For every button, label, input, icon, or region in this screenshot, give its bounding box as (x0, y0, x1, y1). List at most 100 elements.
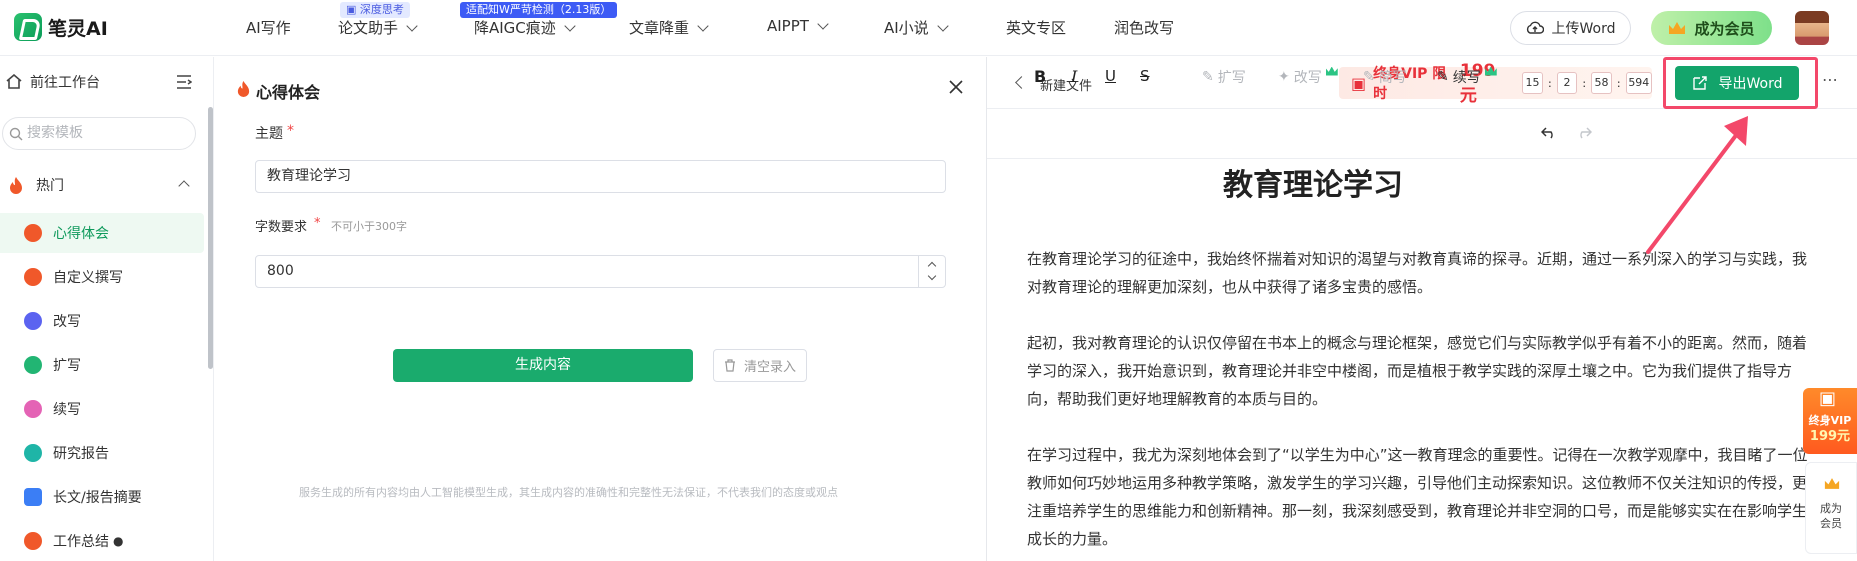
deep-think-label: 深度思考 (359, 3, 404, 16)
trash-icon (724, 359, 735, 372)
wordcount-value: 800 (267, 263, 294, 279)
sidebar-item-label: 工作总结 (53, 534, 109, 550)
nav-rewrite-dedup[interactable]: 文章降重 (629, 17, 709, 38)
deep-think-badge: ▣ 深度思考 (340, 2, 410, 18)
rewrite-icon (24, 312, 42, 330)
sidebar-item-label: 自定义撰写 (53, 270, 123, 286)
timer-sep: : (1582, 76, 1587, 90)
paragraph[interactable]: 起初，我对教育理论的认识仅停留在书本上的概念与理论框架，感觉它们与实际教学似乎有… (1027, 329, 1817, 413)
sidebar-item-work-summary[interactable]: 工作总结 ● (0, 521, 204, 561)
nav-paper-assistant-label: 论文助手 (338, 19, 399, 37)
required-mark: * (314, 216, 321, 231)
wordcount-label: 字数要求 (255, 220, 308, 235)
nav-reduce-aigc[interactable]: 降AIGC痕迹 (474, 17, 576, 38)
tool-continue-label: 续写 (1452, 70, 1481, 86)
timer-ms: 594 (1625, 72, 1653, 94)
floating-member-button[interactable]: 成为会员 (1805, 462, 1857, 554)
summary-icon (24, 488, 42, 506)
home-icon (6, 74, 22, 89)
upload-word-button[interactable]: 上传Word (1510, 11, 1631, 45)
floating-vip-promo[interactable]: ▣ 终身VIP 199元 (1803, 388, 1857, 454)
continue-tool-icon: ✎ (1437, 69, 1449, 85)
generate-button[interactable]: 生成内容 (393, 349, 693, 382)
sidebar-item-continue[interactable]: 续写 (0, 389, 204, 429)
sidebar-item-rewrite[interactable]: 改写 (0, 301, 204, 341)
timer-minutes: 2 (1556, 72, 1578, 94)
paragraph[interactable]: 在学习过程中，我尤为深刻地体会到了“以学生为中心”这一教育理念的重要性。记得在一… (1027, 441, 1817, 553)
disclaimer-text: 服务生成的所有内容均由人工智能模型生成，其生成内容的准确性和完整性无法保证，不代… (299, 486, 838, 499)
undo-icon[interactable] (1541, 127, 1557, 139)
redo-icon[interactable] (1576, 127, 1592, 139)
sidebar-group-label: 热门 (36, 178, 64, 194)
avatar[interactable] (1795, 11, 1829, 45)
nav-aippt-label: AIPPT (767, 17, 809, 35)
sidebar-item-label: 续写 (53, 402, 81, 418)
underline-button[interactable]: U (1105, 67, 1116, 85)
expand-icon (24, 356, 42, 374)
workspace-link[interactable]: 前往工作台 (0, 57, 214, 107)
nav-ai-novel[interactable]: AI小说 (884, 17, 949, 38)
nav-ai-novel-label: AI小说 (884, 19, 929, 37)
export-highlight-box (1663, 57, 1818, 109)
nav-english[interactable]: 英文专区 (1006, 17, 1066, 38)
clear-input-button[interactable]: 清空录入 (713, 349, 807, 382)
stepper-down-icon[interactable] (927, 271, 937, 281)
tool-shorten[interactable]: ✎ 简写 (1363, 67, 1407, 87)
sidebar-item-label: 扩写 (53, 358, 81, 374)
close-icon[interactable] (949, 80, 963, 94)
crown-icon (1325, 66, 1338, 76)
document-name[interactable]: 新建文件 (1040, 75, 1092, 94)
chevron-down-icon (937, 20, 949, 32)
tool-expand[interactable]: ✎ 扩写 (1202, 67, 1246, 87)
chevron-down-icon (564, 20, 576, 32)
nav-ai-writing[interactable]: AI写作 (246, 17, 291, 38)
expand-tool-icon: ✎ (1202, 69, 1214, 85)
upload-word-label: 上传Word (1551, 21, 1616, 37)
continue-icon (24, 400, 42, 418)
nav-rewrite-dedup-label: 文章降重 (629, 19, 690, 37)
bold-button[interactable]: B (1034, 67, 1046, 86)
clear-input-label: 清空录入 (743, 360, 796, 375)
aigc-badge: 适配知W严苛检测（2.13版） (460, 2, 618, 18)
floating-vip-line1: 终身VIP (1808, 414, 1852, 427)
tool-rewrite[interactable]: ✦ 改写 (1278, 66, 1338, 87)
nav-paper-assistant[interactable]: 论文助手 (338, 17, 418, 38)
topic-label: 主题 (255, 126, 283, 142)
document-title[interactable]: 教育理论学习 (1027, 160, 1599, 204)
italic-button[interactable]: I (1071, 67, 1077, 86)
workspace-label: 前往工作台 (30, 75, 100, 91)
nav-polish[interactable]: 润色改写 (1114, 17, 1174, 38)
stepper-up-icon[interactable] (927, 261, 937, 271)
template-search-input[interactable]: 搜索模板 (2, 117, 196, 150)
sidebar-item-summary[interactable]: 长文/报告摘要 (0, 477, 204, 517)
custom-write-icon (24, 268, 42, 286)
logo-text: 笔灵AI (48, 17, 108, 40)
wordcount-input[interactable]: 800 (255, 255, 946, 288)
wordcount-hint: 不可小于300字 (331, 220, 407, 233)
wordcount-stepper[interactable] (918, 256, 945, 287)
sidebar-item-custom[interactable]: 自定义撰写 (0, 257, 204, 297)
logo[interactable]: 笔灵AI (14, 13, 108, 41)
annotation-arrow (1646, 116, 1748, 254)
experience-icon (24, 224, 42, 242)
sidebar-item-experience[interactable]: 心得体会 (0, 213, 204, 253)
sidebar-item-expand[interactable]: 扩写 (0, 345, 204, 385)
sidebar-group-hot[interactable]: 热门 (0, 165, 204, 205)
topic-input[interactable]: 教育理论学习 (255, 160, 946, 193)
rewrite-tool-icon: ✦ (1278, 69, 1290, 85)
fire-icon (237, 81, 250, 97)
fire-icon (10, 177, 22, 194)
chevron-down-icon (406, 20, 418, 32)
sidebar-scrollbar[interactable] (208, 107, 213, 369)
logo-icon (14, 13, 42, 41)
sidebar-item-research[interactable]: 研究报告 (0, 433, 204, 473)
strikethrough-button[interactable]: S (1140, 67, 1150, 85)
become-member-button[interactable]: 成为会员 (1651, 11, 1772, 45)
collapse-menu-icon[interactable] (176, 75, 192, 89)
tool-continue[interactable]: ✎ 续写 (1437, 66, 1497, 87)
work-summary-icon (24, 532, 42, 550)
more-options-icon[interactable]: ⋯ (1822, 70, 1839, 89)
nav-aippt[interactable]: AIPPT (767, 17, 829, 35)
top-navigation-bar: 笔灵AI AI写作 ▣ 深度思考 论文助手 适配知W严苛检测（2.13版） 降A… (0, 0, 1857, 56)
timer-sep: : (1547, 76, 1552, 90)
